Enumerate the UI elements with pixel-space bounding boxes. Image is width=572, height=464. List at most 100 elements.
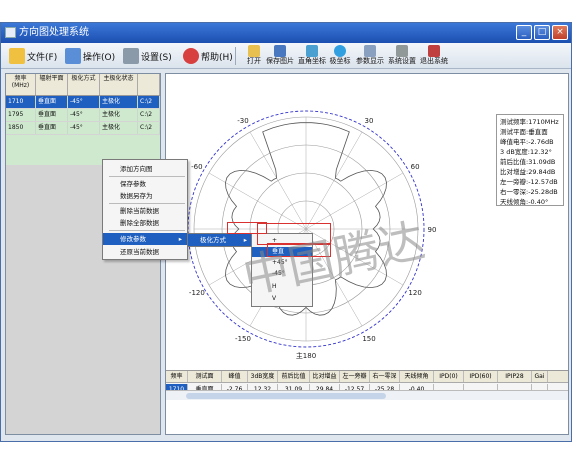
angle-label: -120 [189, 289, 205, 297]
grid-column-header[interactable]: 3dB宽度 [248, 371, 278, 382]
ctx-delete-current[interactable]: 删除当前数据 [103, 205, 187, 217]
tool-polar[interactable]: 极坐标 [325, 45, 355, 67]
window-title: 方向图处理系统 [19, 27, 89, 38]
submenu-arrow-icon: ▸ [178, 235, 182, 243]
option-h[interactable]: H [252, 282, 312, 292]
highlight-box [257, 223, 331, 245]
tool-save-image[interactable]: 保存图片 [265, 45, 295, 67]
ctx-add-pattern[interactable]: 添加方向图 [103, 163, 187, 175]
ctx-modify-params[interactable]: 修改参数 ▸ [103, 233, 187, 245]
table-row[interactable]: 1850 垂直面 -45° 主极化 C:\2 [6, 122, 160, 134]
grid-column-header[interactable]: 天线倾角 [400, 371, 434, 382]
grid-header: 频率 测试面 峰值 3dB宽度 前后比值 比对增益 左一旁瓣 右一零深 天线倾角 IPD(0) IP… [166, 371, 568, 383]
title-bar: 方向图处理系统 _ □ × [1, 23, 571, 43]
tool-system-settings[interactable]: 系统设置 [387, 45, 417, 67]
info-line: 天线倾角:-0.40° [500, 198, 549, 206]
polar-icon [334, 45, 346, 57]
ctx-save-data-as[interactable]: 数据另存为 [103, 190, 187, 202]
menu-separator [109, 176, 185, 177]
ctx-delete-all[interactable]: 删除全部数据 [103, 217, 187, 229]
angle-label: 主180 [296, 351, 316, 360]
file-icon [9, 48, 25, 64]
col-polarization[interactable]: 极化方式 [68, 74, 100, 95]
info-line: 测试频率:1710MHz [500, 118, 559, 126]
ctx-save-params[interactable]: 保存参数 [103, 178, 187, 190]
menu-operate[interactable]: 操作(O) [65, 47, 115, 65]
maximize-button[interactable]: □ [534, 25, 550, 40]
angle-label: 120 [408, 289, 421, 297]
option-v[interactable]: V [252, 294, 312, 304]
scroll-thumb[interactable] [186, 393, 386, 399]
close-button[interactable]: × [552, 25, 568, 40]
menu-file[interactable]: 文件(F) [9, 47, 57, 65]
exit-icon [428, 45, 440, 57]
angle-label: -60 [191, 163, 202, 171]
plot-panel: -30306090120150主180-150-120-90-60 测试频率:1… [165, 73, 569, 435]
operate-icon [65, 48, 81, 64]
col-plane[interactable]: 辐射平面 [36, 74, 68, 95]
col-frequency[interactable]: 频率(MHz) [6, 74, 36, 95]
grid-column-header[interactable]: 右一零深 [370, 371, 400, 382]
angle-label: 90 [428, 226, 437, 234]
angle-label: -150 [235, 335, 251, 343]
cartesian-icon [306, 45, 318, 57]
info-line: 右一零深:-25.28dB [500, 188, 558, 196]
option-minus45[interactable]: -45° [252, 269, 312, 279]
parameter-info-box: 测试频率:1710MHz 测试平面:垂直面 峰值电平:-2.76dB 3 dB宽… [496, 114, 564, 206]
col-main-polarization[interactable]: 主极化状态 [100, 74, 138, 95]
info-line: 峰值电平:-2.76dB [500, 138, 554, 146]
grid-spoke [305, 131, 363, 230]
table-row[interactable]: 1710 垂直面 -45° 主极化 C:\2 [6, 96, 160, 108]
angle-label: 60 [411, 163, 420, 171]
tool-exit[interactable]: 退出系统 [419, 45, 449, 67]
toolbar: 文件(F) 操作(O) 设置(S) 帮助(H) 打开 保存图片 直角坐标 极坐标… [1, 43, 571, 69]
menu-settings[interactable]: 设置(S) [123, 47, 172, 65]
grid-spoke [305, 172, 404, 230]
info-line: 左一旁瓣:-12.57dB [500, 178, 558, 186]
window-controls: _ □ × [516, 25, 568, 40]
submenu-polarization: 极化方式 ▸ [187, 233, 252, 247]
info-line: 前后比值:31.09dB [500, 158, 556, 166]
submenu-arrow-icon: ▸ [243, 236, 247, 244]
grid-spoke [249, 131, 307, 230]
grid-column-header[interactable]: 左一旁瓣 [340, 371, 370, 382]
menu-help[interactable]: 帮助(H) [183, 47, 233, 65]
info-line: 测试平面:垂直面 [500, 128, 548, 136]
open-icon [248, 45, 260, 57]
angle-label: -30 [237, 117, 248, 125]
grid-spoke [208, 172, 307, 230]
grid-column-header[interactable]: 比对增益 [310, 371, 340, 382]
toolbar-separator [235, 47, 236, 65]
ctx-restore-data[interactable]: 还原当前数据 [103, 246, 187, 258]
grid-column-header[interactable]: IPIP28 [498, 371, 532, 382]
grid-column-header[interactable]: 峰值 [222, 371, 248, 382]
menu-separator [109, 203, 185, 204]
angle-label: 150 [362, 335, 375, 343]
context-menu: 添加方向图 保存参数 数据另存为 删除当前数据 删除全部数据 修改参数 ▸ 还原当… [102, 159, 188, 260]
help-icon [183, 48, 199, 64]
system-settings-icon [396, 45, 408, 57]
option-plus45[interactable]: +45° [252, 258, 312, 268]
save-image-icon [274, 45, 286, 57]
info-line: 比对增益:29.84dB [500, 168, 556, 176]
grid-column-header[interactable]: IPD(60) [464, 371, 498, 382]
param-icon [364, 45, 376, 57]
grid-column-header[interactable]: IPD(0) [434, 371, 464, 382]
info-line: 3 dB宽度:12.32° [500, 148, 552, 156]
tool-param[interactable]: 参数显示 [355, 45, 385, 67]
list-header: 频率(MHz) 辐射平面 极化方式 主极化状态 [6, 74, 160, 96]
angle-label: 30 [365, 117, 374, 125]
grid-column-header[interactable]: Gai [532, 371, 548, 382]
main-window: 方向图处理系统 _ □ × 文件(F) 操作(O) 设置(S) 帮助(H) 打开… [0, 22, 572, 442]
horizontal-scrollbar[interactable] [166, 390, 568, 400]
minimize-button[interactable]: _ [516, 25, 532, 40]
grid-column-header[interactable]: 前后比值 [278, 371, 310, 382]
tool-cartesian[interactable]: 直角坐标 [297, 45, 327, 67]
grid-column-header[interactable]: 频率 [166, 371, 188, 382]
grid-column-header[interactable]: 测试面 [188, 371, 222, 382]
highlight-box [267, 243, 331, 257]
settings-icon [123, 48, 139, 64]
table-row[interactable]: 1795 垂直面 -45° 主极化 C:\2 [6, 109, 160, 121]
col-path[interactable] [138, 74, 160, 95]
submenu-item-polarization[interactable]: 极化方式 ▸ [188, 234, 251, 246]
